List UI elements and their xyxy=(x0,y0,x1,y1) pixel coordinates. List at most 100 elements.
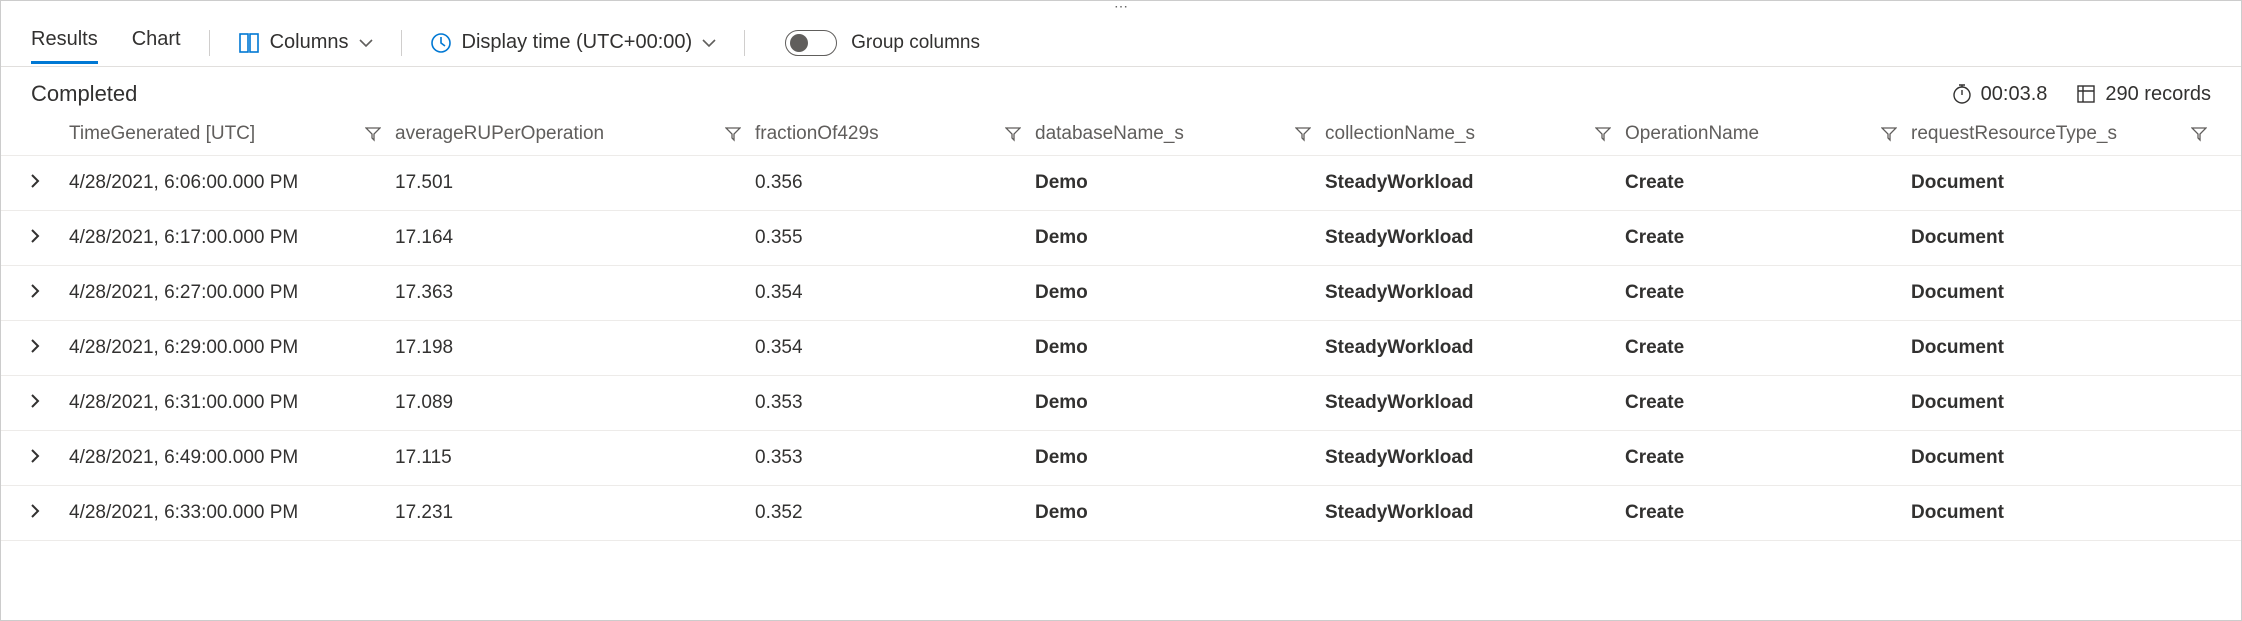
cell-fraction: 0.354 xyxy=(755,337,1035,359)
chevron-right-icon xyxy=(29,284,41,298)
chevron-right-icon xyxy=(29,229,41,243)
group-columns-toggle[interactable] xyxy=(785,30,837,56)
separator xyxy=(744,30,745,56)
cell-time: 4/28/2021, 6:49:00.000 PM xyxy=(69,447,395,469)
col-fraction[interactable]: fractionOf429s xyxy=(755,123,1035,145)
cell-fraction: 0.356 xyxy=(755,172,1035,194)
columns-label: Columns xyxy=(270,31,349,54)
cell-coll: SteadyWorkload xyxy=(1325,447,1625,469)
col-res-label: requestResourceType_s xyxy=(1911,123,2117,145)
cell-op: Create xyxy=(1625,502,1911,524)
status-row: Completed 00:03.8 290 records xyxy=(1,67,2241,117)
col-coll[interactable]: collectionName_s xyxy=(1325,123,1625,145)
expand-row[interactable] xyxy=(29,337,41,359)
cell-time: 4/28/2021, 6:33:00.000 PM xyxy=(69,502,395,524)
expand-row[interactable] xyxy=(29,502,41,524)
col-db[interactable]: databaseName_s xyxy=(1035,123,1325,145)
cell-res: Document xyxy=(1911,282,2221,304)
display-time-label: Display time (UTC+00:00) xyxy=(462,31,693,54)
cell-avgru: 17.198 xyxy=(395,337,755,359)
expand-row[interactable] xyxy=(29,447,41,469)
expand-row[interactable] xyxy=(29,282,41,304)
cell-fraction: 0.355 xyxy=(755,227,1035,249)
more-options[interactable]: ⋯ xyxy=(1,1,2241,11)
tab-chart[interactable]: Chart xyxy=(132,22,181,64)
chevron-right-icon xyxy=(29,339,41,353)
cell-time: 4/28/2021, 6:27:00.000 PM xyxy=(69,282,395,304)
cell-op: Create xyxy=(1625,337,1911,359)
filter-icon[interactable] xyxy=(365,126,381,142)
table-row: 4/28/2021, 6:33:00.000 PM17.2310.352Demo… xyxy=(1,486,2241,541)
separator xyxy=(401,30,402,56)
filter-icon[interactable] xyxy=(1005,126,1021,142)
col-avgru[interactable]: averageRUPerOperation xyxy=(395,123,755,145)
filter-icon[interactable] xyxy=(2191,126,2207,142)
filter-icon[interactable] xyxy=(1881,126,1897,142)
table-row: 4/28/2021, 6:31:00.000 PM17.0890.353Demo… xyxy=(1,376,2241,431)
records-value: 290 records xyxy=(2105,83,2211,106)
toolbar: Results Chart Columns Display time (UTC+… xyxy=(1,11,2241,67)
columns-button[interactable]: Columns xyxy=(238,31,373,54)
records-stat: 290 records xyxy=(2075,83,2211,106)
table-row: 4/28/2021, 6:27:00.000 PM17.3630.354Demo… xyxy=(1,266,2241,321)
filter-icon[interactable] xyxy=(1295,126,1311,142)
display-time-button[interactable]: Display time (UTC+00:00) xyxy=(430,31,717,54)
cell-avgru: 17.115 xyxy=(395,447,755,469)
chevron-down-icon xyxy=(702,38,716,48)
cell-op: Create xyxy=(1625,392,1911,414)
cell-op: Create xyxy=(1625,447,1911,469)
cell-res: Document xyxy=(1911,172,2221,194)
cell-db: Demo xyxy=(1035,227,1325,249)
cell-fraction: 0.353 xyxy=(755,392,1035,414)
cell-coll: SteadyWorkload xyxy=(1325,502,1625,524)
col-avgru-label: averageRUPerOperation xyxy=(395,123,604,145)
cell-op: Create xyxy=(1625,172,1911,194)
table-row: 4/28/2021, 6:49:00.000 PM17.1150.353Demo… xyxy=(1,431,2241,486)
clock-icon xyxy=(430,32,452,54)
col-fraction-label: fractionOf429s xyxy=(755,123,879,145)
cell-fraction: 0.354 xyxy=(755,282,1035,304)
chevron-right-icon xyxy=(29,394,41,408)
chevron-right-icon xyxy=(29,449,41,463)
records-icon xyxy=(2075,83,2097,105)
results-table: TimeGenerated [UTC] averageRUPerOperatio… xyxy=(1,117,2241,541)
group-columns-label: Group columns xyxy=(851,32,980,54)
filter-icon[interactable] xyxy=(1595,126,1611,142)
toggle-knob xyxy=(790,34,808,52)
cell-db: Demo xyxy=(1035,172,1325,194)
cell-avgru: 17.501 xyxy=(395,172,755,194)
cell-time: 4/28/2021, 6:06:00.000 PM xyxy=(69,172,395,194)
expand-row[interactable] xyxy=(29,392,41,414)
col-op-label: OperationName xyxy=(1625,123,1759,145)
col-coll-label: collectionName_s xyxy=(1325,123,1475,145)
tab-results[interactable]: Results xyxy=(31,22,98,64)
filter-icon[interactable] xyxy=(725,126,741,142)
table-row: 4/28/2021, 6:29:00.000 PM17.1980.354Demo… xyxy=(1,321,2241,376)
chevron-right-icon xyxy=(29,174,41,188)
cell-res: Document xyxy=(1911,502,2221,524)
cell-db: Demo xyxy=(1035,337,1325,359)
col-op[interactable]: OperationName xyxy=(1625,123,1911,145)
cell-time: 4/28/2021, 6:31:00.000 PM xyxy=(69,392,395,414)
cell-db: Demo xyxy=(1035,502,1325,524)
col-db-label: databaseName_s xyxy=(1035,123,1184,145)
table-row: 4/28/2021, 6:17:00.000 PM17.1640.355Demo… xyxy=(1,211,2241,266)
expand-row[interactable] xyxy=(29,172,41,194)
cell-db: Demo xyxy=(1035,392,1325,414)
chevron-right-icon xyxy=(29,504,41,518)
col-time-label: TimeGenerated [UTC] xyxy=(69,123,255,145)
cell-res: Document xyxy=(1911,337,2221,359)
table-header: TimeGenerated [UTC] averageRUPerOperatio… xyxy=(1,117,2241,156)
table-row: 4/28/2021, 6:06:00.000 PM17.5010.356Demo… xyxy=(1,156,2241,211)
cell-avgru: 17.363 xyxy=(395,282,755,304)
cell-coll: SteadyWorkload xyxy=(1325,172,1625,194)
status-label: Completed xyxy=(31,81,137,107)
tabs: Results Chart xyxy=(31,19,181,66)
expand-row[interactable] xyxy=(29,227,41,249)
cell-avgru: 17.089 xyxy=(395,392,755,414)
col-res[interactable]: requestResourceType_s xyxy=(1911,123,2221,145)
col-time[interactable]: TimeGenerated [UTC] xyxy=(69,123,395,145)
cell-coll: SteadyWorkload xyxy=(1325,337,1625,359)
cell-coll: SteadyWorkload xyxy=(1325,392,1625,414)
cell-db: Demo xyxy=(1035,447,1325,469)
